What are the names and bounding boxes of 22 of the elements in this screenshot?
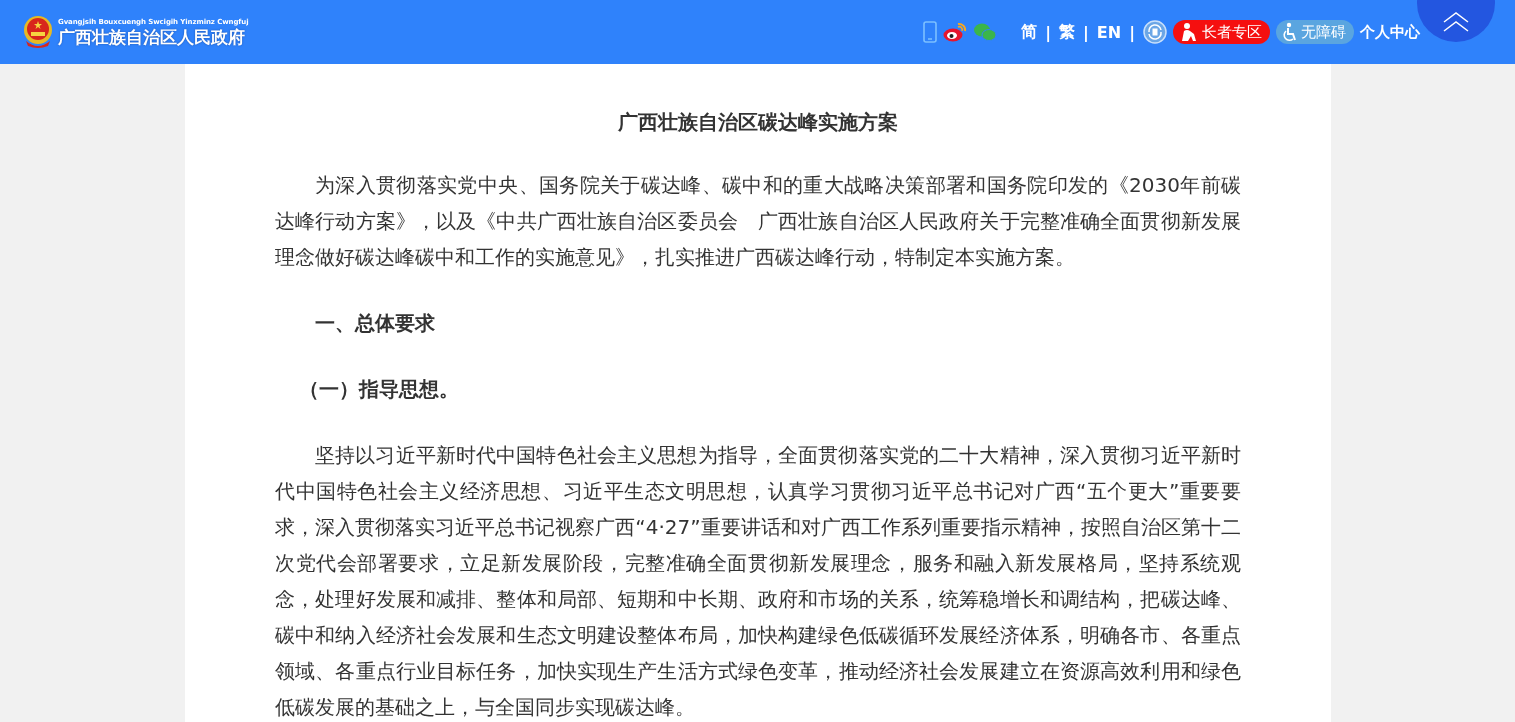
body-paragraph: 为深入贯彻落实党中央、国务院关于碳达峰、碳中和的重大战略决策部署和国务院印发的《2030年前碳达峰行动方案》，以及《中共广西壮族自治区委员会 广西壮族自治区人民政府关于完整准确全面贯彻新发展理念做好碳达峰碳中和工作的实施意见》，扎实推进广西碳达峰行动，特制定本实施方案。	[275, 172, 1241, 271]
weibo-icon[interactable]	[943, 22, 968, 42]
double-chevron-up-icon	[1442, 12, 1470, 32]
subsection-heading: （一）指导思想。	[298, 376, 460, 403]
language-link[interactable]: 繁	[1059, 21, 1075, 43]
user-center-link[interactable]: 个人中心	[1360, 22, 1420, 42]
elderly-mode-button[interactable]: 长者专区	[1173, 20, 1270, 44]
separator: |	[1045, 22, 1051, 42]
elderly-person-icon	[1179, 22, 1199, 42]
circular-seal-icon[interactable]	[1143, 20, 1167, 44]
section-heading: 一、总体要求	[314, 310, 436, 337]
logo-title[interactable]: 广西壮族自治区人民政府	[58, 26, 249, 47]
body-paragraph: 坚持以习近平新时代中国特色社会主义思想为指导，全面贯彻落实党的二十大精神，深入贯彻习近平新时代中国特色社会主义经济思想、习近平生态文明思想，认真学习贯彻习近平总书记对广西“五个更大”重要要求，深入贯彻落实习近平总书记视察广西“4·27”重要讲话和对广西工作系列重要指示精神，按照自治区第十二次党代会部署要求，立足新发展阶段，完整准确全面贯彻新发展理念，服务和融入新发展格局，坚持系统观念，处理好发展和减排、整体和局部、短期和中长期、政府和市场的关系，统筹稳增长和调结构，把碳达峰、碳中和纳入经济社会发展和生态文明建设整体布局，加快构建绿色低碳循环发展经济体系，明确各市、各重点领域、各重点行业目标任务，加快实现生产生活方式绿色变革，推动经济社会发展建立在资源高效利用和绿色低碳发展的基础之上，与全国同步实现碳达峰。	[275, 442, 1241, 721]
emblem-icon	[22, 15, 54, 49]
separator: |	[1129, 22, 1135, 42]
language-link[interactable]: 简	[1021, 21, 1038, 43]
language-link[interactable]: EN	[1096, 22, 1122, 42]
accessibility-button[interactable]: 无障碍	[1276, 20, 1354, 44]
mobile-phone-icon[interactable]	[923, 21, 938, 43]
article-title: 广西壮族自治区碳达峰实施方案	[617, 109, 899, 136]
separator: |	[1083, 22, 1089, 42]
wheelchair-icon	[1282, 22, 1298, 42]
